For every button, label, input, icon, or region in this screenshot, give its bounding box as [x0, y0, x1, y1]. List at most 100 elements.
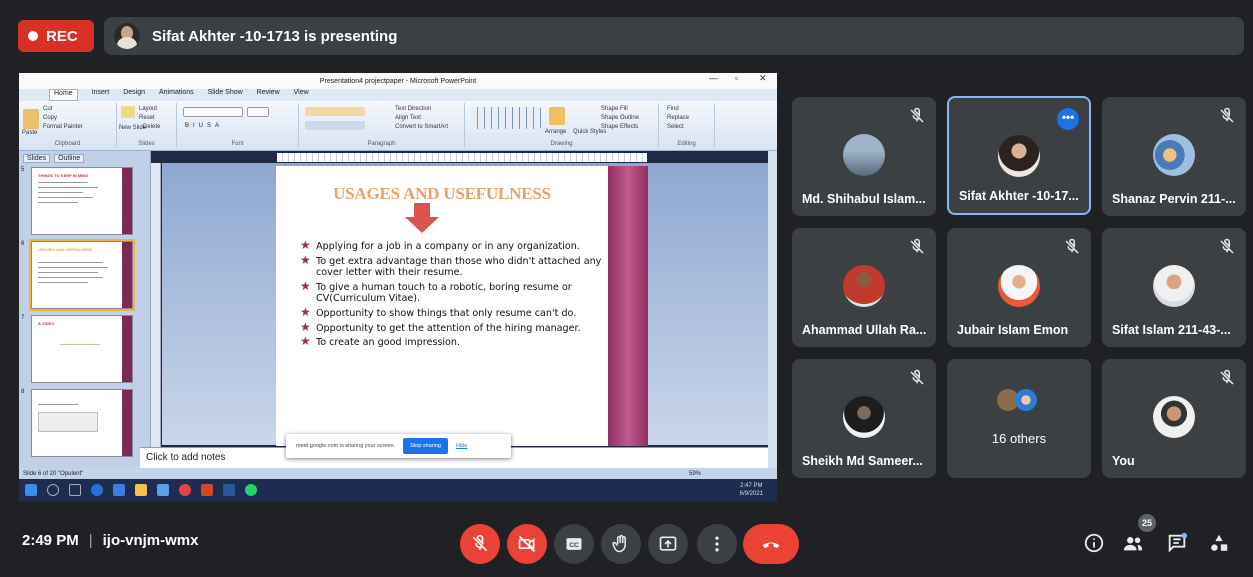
present-screen-button[interactable] — [648, 524, 688, 564]
people-button[interactable] — [1120, 530, 1146, 556]
paste-label: Paste — [22, 130, 38, 136]
ribbon: Cut Copy Format Painter Paste Clipboard … — [19, 101, 777, 151]
select-label: Select — [667, 124, 684, 130]
new-slide-label: New Slide — [119, 125, 147, 131]
taskbar-time: 2:47 PM — [740, 483, 763, 489]
arrange-label: Arrange — [545, 129, 567, 135]
avatar — [1015, 389, 1037, 411]
thumb-number: 5 — [21, 167, 25, 173]
windows-taskbar: 2:47 PM 6/9/2021 — [19, 479, 777, 501]
find-label: Find — [667, 106, 679, 112]
zoom-level: 59% — [689, 470, 702, 477]
slide-status: Slide 6 of 20 "Opulent" — [23, 470, 84, 477]
camera-toggle-button[interactable] — [507, 524, 547, 564]
vertical-ruler — [151, 163, 161, 468]
participant-tile[interactable]: Sifat Islam 211-43-... — [1102, 228, 1246, 347]
bullet-list: ★ Applying for a job in a company or in a… — [300, 239, 608, 352]
leave-call-button[interactable] — [743, 524, 799, 564]
font-size-box — [247, 107, 269, 117]
activities-button[interactable] — [1206, 530, 1232, 556]
raise-hand-button[interactable] — [601, 524, 641, 564]
avatar — [1153, 396, 1195, 438]
chat-button[interactable] — [1164, 530, 1190, 556]
self-tile[interactable]: You — [1102, 359, 1246, 478]
mic-off-icon — [472, 534, 488, 552]
sharing-notification: meet.google.com is sharing your screen. … — [286, 434, 511, 458]
more-vertical-icon — [715, 536, 719, 552]
search-icon — [47, 484, 59, 496]
slides-tab: Slides — [23, 154, 51, 163]
rec-label: REC — [46, 27, 78, 45]
word-icon — [223, 484, 235, 496]
paste-icon — [23, 109, 39, 129]
star-bullet-icon: ★ — [300, 319, 311, 334]
thumb-title: A VIDEO — [38, 321, 55, 326]
list-icons — [305, 107, 365, 116]
participant-tile[interactable]: Ahammad Ullah Ra... — [792, 228, 936, 347]
close-icon: ✕ — [759, 73, 767, 83]
record-dot-icon — [28, 31, 38, 41]
meeting-code[interactable]: ijo-vnjm-wmx — [103, 532, 199, 549]
others-tile[interactable]: 16 others — [947, 359, 1091, 478]
slide-thumbnail: 5 THINGS TO KEEP IN MIND — [21, 167, 143, 237]
star-bullet-icon: ★ — [300, 278, 311, 293]
drawing-label: Drawing — [550, 141, 573, 147]
avatar — [1153, 265, 1195, 307]
participant-tile-active[interactable]: ••• Sifat Akhter -10-17... — [947, 96, 1091, 215]
smartart-label: Convert to SmartArt — [395, 124, 449, 130]
edge-icon — [91, 484, 103, 496]
presenting-banner: Sifat Akhter -10-1713 is presenting — [104, 17, 1244, 55]
share-text: meet.google.com is sharing your screen. — [296, 443, 396, 449]
more-options-icon[interactable]: ••• — [1057, 108, 1079, 130]
editing-label: Editing — [677, 141, 696, 147]
captions-button[interactable]: CC — [554, 524, 594, 564]
maximize-icon: ▫ — [735, 73, 739, 83]
slide-thumbnail: 7 A VIDEO — [21, 315, 143, 385]
windows-start-icon — [25, 484, 37, 496]
thumb-number: 6 — [21, 241, 25, 247]
ppt-window-title: Presentation4 projectpaper - Microsoft P… — [19, 73, 777, 89]
slide-title: USAGES AND USEFULNESS — [333, 184, 551, 203]
bullet-item: ★ To get extra advantage than those who d… — [300, 252, 602, 279]
slides-label: Slides — [138, 141, 155, 147]
presenter-avatar — [114, 23, 140, 49]
ribbon-tab: Slide Show — [207, 89, 243, 96]
vertical-scrollbar — [768, 151, 777, 468]
shape-fill-label: Shape Fill — [601, 106, 628, 112]
clipboard-label: Clipboard — [54, 141, 81, 147]
slide-thumbnail-selected: 6 USAGES AND USEFULNESS — [21, 239, 143, 311]
replace-label: Replace — [667, 115, 690, 121]
outline-tab: Outline — [54, 154, 85, 163]
font-format-icons: BIUSA — [185, 123, 224, 129]
ribbon-tab: Insert — [91, 89, 110, 96]
font-label: Font — [231, 141, 244, 147]
font-group: BIUSA Font — [177, 103, 299, 147]
svg-text:CC: CC — [569, 542, 579, 549]
participant-tile[interactable]: Sheikh Md Sameer... — [792, 359, 936, 478]
avatar — [843, 396, 885, 438]
paragraph-label: Paragraph — [367, 141, 396, 147]
meet-window: { "top": { "rec_label": "REC", "presenti… — [0, 0, 1253, 577]
closed-captions-icon: CC — [566, 538, 582, 550]
mic-toggle-button[interactable] — [460, 524, 500, 564]
new-slide-icon — [121, 106, 135, 118]
shapes-gallery-icon — [471, 107, 541, 129]
participant-tile[interactable]: Jubair Islam Emon — [947, 228, 1091, 347]
meeting-details-button[interactable] — [1081, 530, 1107, 556]
participant-name: Jubair Islam Emon — [957, 323, 1069, 337]
align-icons — [305, 121, 365, 130]
more-options-button[interactable] — [697, 524, 737, 564]
camera-off-icon — [518, 535, 536, 553]
mic-off-icon — [1220, 238, 1234, 254]
horizontal-ruler — [277, 153, 647, 162]
taskbar-date: 6/9/2021 — [739, 491, 763, 497]
people-icon — [1123, 537, 1143, 551]
participant-tile[interactable]: Md. Shihabul Islam... — [792, 97, 936, 216]
chat-icon — [1168, 532, 1188, 553]
avatar — [1153, 134, 1195, 176]
shape-effects-label: Shape Effects — [601, 124, 639, 130]
thumb-title: THINGS TO KEEP IN MIND — [38, 173, 89, 178]
avatar — [843, 265, 885, 307]
participant-tile[interactable]: Shanaz Pervin 211-... — [1102, 97, 1246, 216]
activities-icon — [1211, 534, 1228, 551]
